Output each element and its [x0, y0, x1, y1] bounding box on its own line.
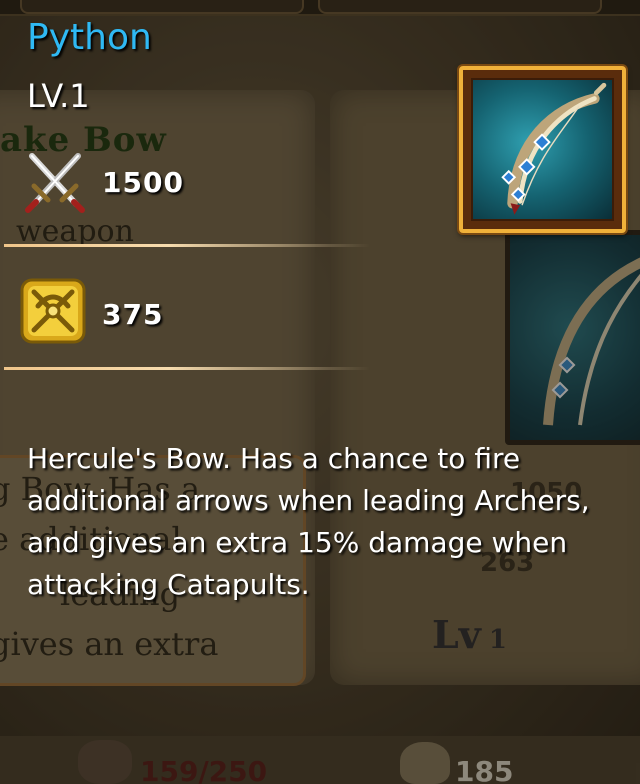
item-description: Hercule's Bow. Has a chance to fire addi… [27, 442, 590, 601]
stat-divider [4, 367, 370, 370]
crossbow-defense-icon [18, 276, 88, 346]
defense-value: 375 [102, 298, 164, 331]
bow-icon [501, 82, 607, 215]
item-image-frame [459, 66, 626, 233]
item-name: Python [27, 17, 152, 58]
item-level: LV.1 [27, 77, 90, 115]
attack-value: 1500 [102, 166, 184, 199]
crossed-swords-icon [20, 148, 90, 218]
stat-divider [4, 244, 370, 247]
